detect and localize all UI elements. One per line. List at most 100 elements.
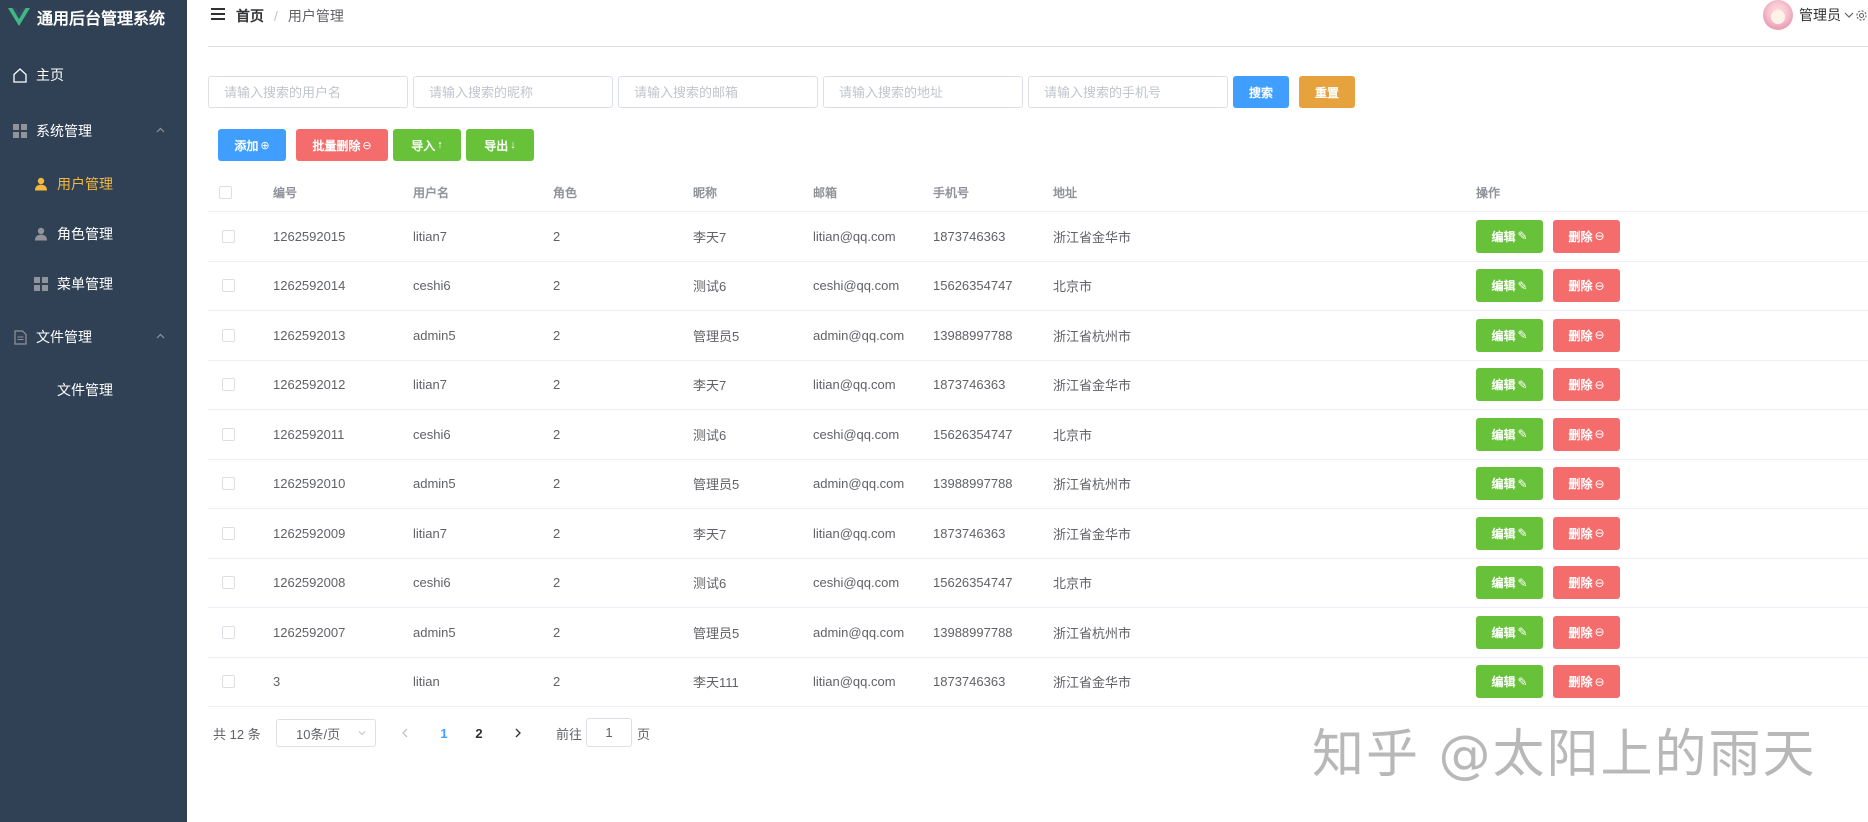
add-button[interactable]: 添加 ⊕ bbox=[218, 129, 286, 161]
vue-logo-icon bbox=[8, 8, 30, 26]
edit-button-label: 编辑 bbox=[1491, 526, 1516, 541]
row-checkbox[interactable] bbox=[222, 328, 235, 342]
cell-nickname: 李天7 bbox=[693, 526, 727, 542]
delete-button[interactable]: 删除 ⊖ bbox=[1553, 417, 1620, 451]
cell-role: 2 bbox=[553, 228, 561, 244]
table-row: 1262592014 ceshi6 2 测试6 ceshi@qq.com 15626354… bbox=[208, 262, 1868, 311]
import-button[interactable]: 导入 ↑ bbox=[393, 129, 461, 161]
sidebar-item-files-group[interactable]: 文件管理 bbox=[0, 319, 187, 355]
chevron-down-icon bbox=[358, 731, 366, 736]
prev-page-button[interactable] bbox=[395, 722, 415, 744]
sidebar-item-system[interactable]: 系统管理 bbox=[0, 113, 187, 149]
page-1-button[interactable]: 1 bbox=[429, 719, 459, 747]
table-row: 1262592009 litian7 2 李天7 litian@qq.com 187374… bbox=[208, 509, 1868, 559]
delete-button-label: 删除 bbox=[1568, 576, 1593, 591]
gear-icon[interactable] bbox=[1855, 9, 1868, 22]
cell-address: 浙江省金华市 bbox=[1053, 526, 1132, 542]
row-checkbox[interactable] bbox=[222, 675, 235, 689]
breadcrumb-home[interactable]: 首页 bbox=[236, 6, 264, 26]
sidebar-item-users[interactable]: 用户管理 bbox=[0, 166, 187, 202]
edit-button[interactable]: 编辑 ✎ bbox=[1476, 269, 1543, 303]
delete-button[interactable]: 删除 ⊖ bbox=[1553, 269, 1620, 303]
row-checkbox[interactable] bbox=[222, 279, 235, 293]
sidebar-item-label: 系统管理 bbox=[36, 123, 92, 139]
page-2-button[interactable]: 2 bbox=[464, 719, 494, 747]
delete-button[interactable]: 删除 ⊖ bbox=[1553, 516, 1620, 550]
app-title: 通用后台管理系统 bbox=[37, 11, 166, 28]
edit-button[interactable]: 编辑 ✎ bbox=[1476, 566, 1543, 600]
edit-button[interactable]: 编辑 ✎ bbox=[1476, 219, 1543, 253]
avatar bbox=[1763, 0, 1793, 30]
arrow-down-icon: ↓ bbox=[510, 139, 516, 151]
circle-minus-icon: ⊖ bbox=[1594, 229, 1605, 244]
cell-id: 1262592009 bbox=[273, 525, 346, 541]
circle-minus-icon: ⊖ bbox=[362, 139, 372, 152]
circle-minus-icon: ⊖ bbox=[1594, 377, 1605, 392]
phone-search-input[interactable] bbox=[1028, 76, 1228, 108]
nickname-search-input[interactable] bbox=[413, 76, 613, 108]
row-checkbox[interactable] bbox=[222, 229, 235, 243]
sidebar-item-label: 角色管理 bbox=[57, 226, 113, 242]
menu-toggle-icon[interactable] bbox=[211, 8, 225, 20]
cell-phone: 1873746363 bbox=[933, 228, 1006, 244]
reset-button[interactable]: 重置 bbox=[1299, 76, 1355, 108]
sidebar-item-roles[interactable]: 角色管理 bbox=[0, 216, 187, 252]
sidebar-item-home[interactable]: 主页 bbox=[0, 57, 187, 93]
delete-button[interactable]: 删除 ⊖ bbox=[1553, 615, 1620, 649]
row-checkbox[interactable] bbox=[222, 378, 235, 392]
edit-button[interactable]: 编辑 ✎ bbox=[1476, 467, 1543, 501]
column-header: 编号 bbox=[273, 185, 298, 200]
delete-button-label: 删除 bbox=[1568, 229, 1593, 244]
delete-button[interactable]: 删除 ⊖ bbox=[1553, 467, 1620, 501]
row-checkbox[interactable] bbox=[222, 576, 235, 590]
cell-nickname: 李天7 bbox=[693, 229, 727, 245]
page-size-select[interactable]: 10条/页 bbox=[276, 719, 376, 747]
edit-button[interactable]: 编辑 ✎ bbox=[1476, 417, 1543, 451]
delete-button[interactable]: 删除 ⊖ bbox=[1553, 566, 1620, 600]
delete-button[interactable]: 删除 ⊖ bbox=[1553, 368, 1620, 402]
edit-button[interactable]: 编辑 ✎ bbox=[1476, 516, 1543, 550]
search-button[interactable]: 搜索 bbox=[1233, 76, 1289, 108]
user-menu[interactable]: 管理员 bbox=[1763, 0, 1868, 30]
next-page-button[interactable] bbox=[508, 722, 528, 744]
goto-page-input[interactable] bbox=[586, 718, 632, 747]
cell-role: 2 bbox=[553, 525, 561, 541]
sidebar-item-files[interactable]: 文件管理 bbox=[0, 372, 187, 408]
edit-button[interactable]: 编辑 ✎ bbox=[1476, 665, 1543, 699]
row-checkbox[interactable] bbox=[222, 477, 235, 491]
edit-button-label: 编辑 bbox=[1491, 328, 1516, 343]
delete-button-label: 删除 bbox=[1568, 477, 1593, 492]
delete-button[interactable]: 删除 ⊖ bbox=[1553, 219, 1620, 253]
export-button[interactable]: 导出 ↓ bbox=[466, 129, 534, 161]
cell-email: litian@qq.com bbox=[813, 525, 896, 541]
row-checkbox[interactable] bbox=[222, 526, 235, 540]
pencil-icon: ✎ bbox=[1517, 229, 1528, 244]
pencil-icon: ✎ bbox=[1517, 427, 1528, 442]
delete-button[interactable]: 删除 ⊖ bbox=[1553, 318, 1620, 352]
batch-delete-button[interactable]: 批量删除 ⊖ bbox=[296, 129, 388, 161]
username-search-input[interactable] bbox=[208, 76, 408, 108]
edit-button[interactable]: 编辑 ✎ bbox=[1476, 615, 1543, 649]
import-button-label: 导入 bbox=[411, 138, 436, 153]
edit-button[interactable]: 编辑 ✎ bbox=[1476, 318, 1543, 352]
delete-button[interactable]: 删除 ⊖ bbox=[1553, 665, 1620, 699]
edit-button[interactable]: 编辑 ✎ bbox=[1476, 368, 1543, 402]
cell-nickname: 测试6 bbox=[693, 279, 727, 295]
cell-id: 3 bbox=[273, 674, 281, 690]
email-search-input[interactable] bbox=[618, 76, 818, 108]
cell-username: ceshi6 bbox=[413, 575, 451, 591]
row-checkbox[interactable] bbox=[222, 427, 235, 441]
sidebar-item-menus[interactable]: 菜单管理 bbox=[0, 266, 187, 302]
row-select-cell bbox=[222, 460, 235, 509]
edit-button-label: 编辑 bbox=[1491, 378, 1516, 393]
select-all-checkbox[interactable] bbox=[219, 185, 232, 199]
address-search-input[interactable] bbox=[823, 76, 1023, 108]
cell-phone: 15626354747 bbox=[933, 426, 1013, 442]
pencil-icon: ✎ bbox=[1517, 575, 1528, 590]
home-icon bbox=[12, 67, 28, 83]
row-checkbox[interactable] bbox=[222, 625, 235, 639]
row-actions: 编辑 ✎ 删除 ⊖ bbox=[1476, 658, 1620, 707]
cell-role: 2 bbox=[553, 278, 561, 294]
pencil-icon: ✎ bbox=[1517, 328, 1528, 343]
cell-phone: 15626354747 bbox=[933, 575, 1013, 591]
